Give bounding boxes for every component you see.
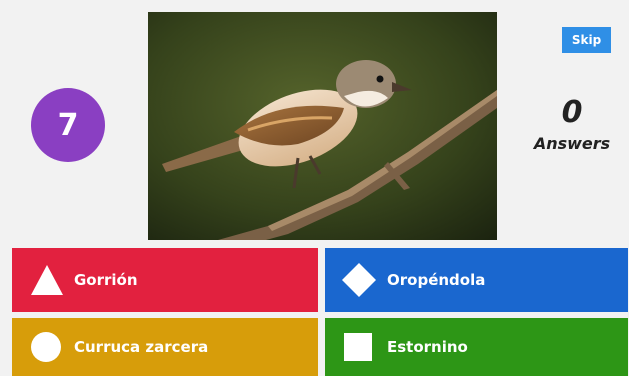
answer-label: Estornino	[387, 338, 468, 356]
answer-option-triangle[interactable]: Gorrión	[12, 248, 318, 312]
countdown-timer: 7	[31, 88, 105, 162]
answer-label: Gorrión	[74, 271, 138, 289]
square-icon	[344, 333, 372, 361]
answers-count: 0	[561, 95, 583, 130]
answers-label: Answers	[533, 134, 611, 153]
skip-button[interactable]: Skip	[562, 27, 611, 53]
triangle-icon	[31, 265, 63, 295]
diamond-icon	[342, 263, 376, 297]
skip-label: Skip	[571, 33, 602, 47]
answer-label: Curruca zarcera	[74, 338, 209, 356]
answer-option-circle[interactable]: Curruca zarcera	[12, 318, 318, 376]
circle-icon	[31, 332, 61, 362]
answer-option-square[interactable]: Estornino	[325, 318, 628, 376]
answer-option-diamond[interactable]: Oropéndola	[325, 248, 628, 312]
timer-value: 7	[57, 107, 79, 143]
answer-label: Oropéndola	[387, 271, 486, 289]
question-panel: 7 Skip 0 Answers	[0, 0, 629, 246]
question-image	[148, 12, 497, 240]
